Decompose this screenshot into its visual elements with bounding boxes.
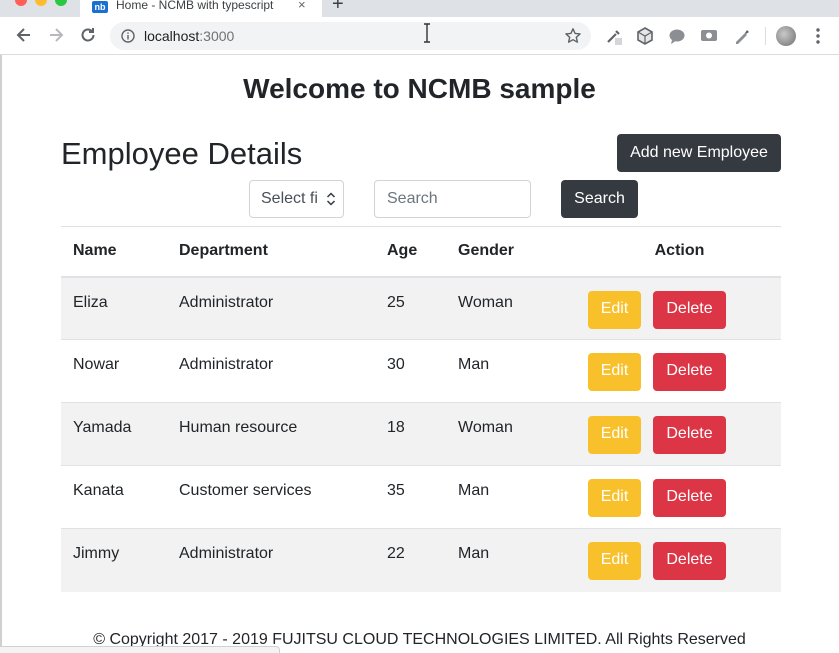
header-name: Name xyxy=(61,226,167,278)
cell-gender: Woman xyxy=(458,293,513,311)
employee-table-container: Name Department Age Gender Action Eliza … xyxy=(61,226,781,592)
table-row: Kanata Customer services 35 Man Edit Del… xyxy=(61,465,781,529)
cell-name: Eliza xyxy=(73,293,108,311)
cell-department: Human resource xyxy=(167,402,375,466)
profile-avatar[interactable] xyxy=(776,26,796,46)
cell-age: 30 xyxy=(375,339,446,403)
edit-button[interactable]: Edit xyxy=(588,479,641,517)
table-header-row: Name Department Age Gender Action xyxy=(61,226,781,278)
pen-extension-icon[interactable] xyxy=(733,27,751,45)
address-bar[interactable]: localhost:3000 xyxy=(110,22,591,50)
cell-action: Edit Delete xyxy=(578,402,781,466)
info-icon[interactable] xyxy=(121,29,135,43)
forward-arrow-icon[interactable] xyxy=(46,25,66,45)
table-row: Yamada Human resource 18 Woman Edit Dele… xyxy=(61,402,781,466)
minimize-window-button[interactable] xyxy=(35,0,47,6)
tab-title: Home - NCMB with typescript xyxy=(116,0,274,12)
page-title: Employee Details xyxy=(61,136,303,171)
search-input[interactable] xyxy=(374,180,531,218)
edit-button[interactable]: Edit xyxy=(588,416,641,454)
edit-button[interactable]: Edit xyxy=(588,290,641,329)
field-select[interactable]: Select field xyxy=(249,180,344,218)
cell-name: Kanata xyxy=(61,465,167,529)
edit-button[interactable]: Edit xyxy=(588,542,641,580)
table-row: Nowar Administrator 30 Man Edit Delete xyxy=(61,339,781,403)
delete-button[interactable]: Delete xyxy=(653,290,726,329)
header-action: Action xyxy=(578,226,781,278)
table-row: Eliza Administrator 25 Woman Edit Delete xyxy=(61,276,781,340)
cell-age: 22 xyxy=(375,528,446,592)
search-button[interactable]: Search xyxy=(561,180,638,218)
toolbar-divider xyxy=(765,27,766,45)
field-select-value: Select field xyxy=(261,190,317,207)
cell-name: Yamada xyxy=(61,402,167,466)
add-employee-button[interactable]: Add new Employee xyxy=(617,134,781,172)
cell-action: Edit Delete xyxy=(578,465,781,529)
cell-department: Customer services xyxy=(167,465,375,529)
back-arrow-icon[interactable] xyxy=(14,25,34,45)
maximize-window-button[interactable] xyxy=(55,0,67,6)
delete-button[interactable]: Delete xyxy=(653,479,726,517)
chat-extension-icon[interactable] xyxy=(668,27,686,45)
delete-button[interactable]: Delete xyxy=(653,416,726,454)
text-cursor-icon xyxy=(421,23,433,43)
header-gender: Gender xyxy=(446,226,578,278)
url-port: :3000 xyxy=(199,28,235,44)
cell-department: Administrator xyxy=(179,293,274,311)
url-text: localhost:3000 xyxy=(144,28,234,44)
cell-action: Edit Delete xyxy=(578,277,781,340)
cell-name: Jimmy xyxy=(61,528,167,592)
new-tab-button[interactable]: + xyxy=(332,0,344,14)
cell-age: 35 xyxy=(375,465,446,529)
cell-action: Edit Delete xyxy=(578,339,781,403)
tab-close-icon[interactable]: × xyxy=(298,0,306,12)
employee-table: Name Department Age Gender Action Eliza … xyxy=(61,226,781,592)
delete-button[interactable]: Delete xyxy=(653,542,726,580)
bookmark-star-icon[interactable] xyxy=(564,27,582,45)
camera-extension-icon[interactable] xyxy=(700,27,718,45)
delete-button[interactable]: Delete xyxy=(653,353,726,391)
browser-tab-strip: nb Home - NCMB with typescript × + xyxy=(0,0,839,17)
cell-age: 18 xyxy=(375,402,446,466)
browser-toolbar: localhost:3000 xyxy=(0,17,839,55)
close-window-button[interactable] xyxy=(15,0,27,6)
cell-gender: Woman xyxy=(446,402,578,466)
cell-age: 25 xyxy=(387,293,405,311)
select-arrows-icon xyxy=(326,191,336,207)
browser-status-bar xyxy=(0,646,280,653)
window-left-edge xyxy=(0,55,2,653)
header-age: Age xyxy=(375,226,446,278)
cell-gender: Man xyxy=(446,339,578,403)
browser-tab[interactable]: nb Home - NCMB with typescript × xyxy=(80,0,322,17)
cell-action: Edit Delete xyxy=(578,528,781,592)
reload-icon[interactable] xyxy=(78,25,98,45)
url-host: localhost xyxy=(144,28,200,44)
cell-department: Administrator xyxy=(167,528,375,592)
cell-name: Nowar xyxy=(61,339,167,403)
cell-gender: Man xyxy=(446,465,578,529)
eyedropper-extension-icon[interactable] xyxy=(605,27,623,45)
cell-gender: Man xyxy=(446,528,578,592)
table-row: Jimmy Administrator 22 Man Edit Delete xyxy=(61,528,781,592)
edit-button[interactable]: Edit xyxy=(588,353,641,391)
cube-extension-icon[interactable] xyxy=(636,27,654,45)
kebab-menu-icon[interactable] xyxy=(812,27,824,45)
header-department: Department xyxy=(167,226,375,278)
cell-department: Administrator xyxy=(167,339,375,403)
welcome-heading: Welcome to NCMB sample xyxy=(243,73,596,104)
tab-favicon-icon: nb xyxy=(92,1,108,13)
